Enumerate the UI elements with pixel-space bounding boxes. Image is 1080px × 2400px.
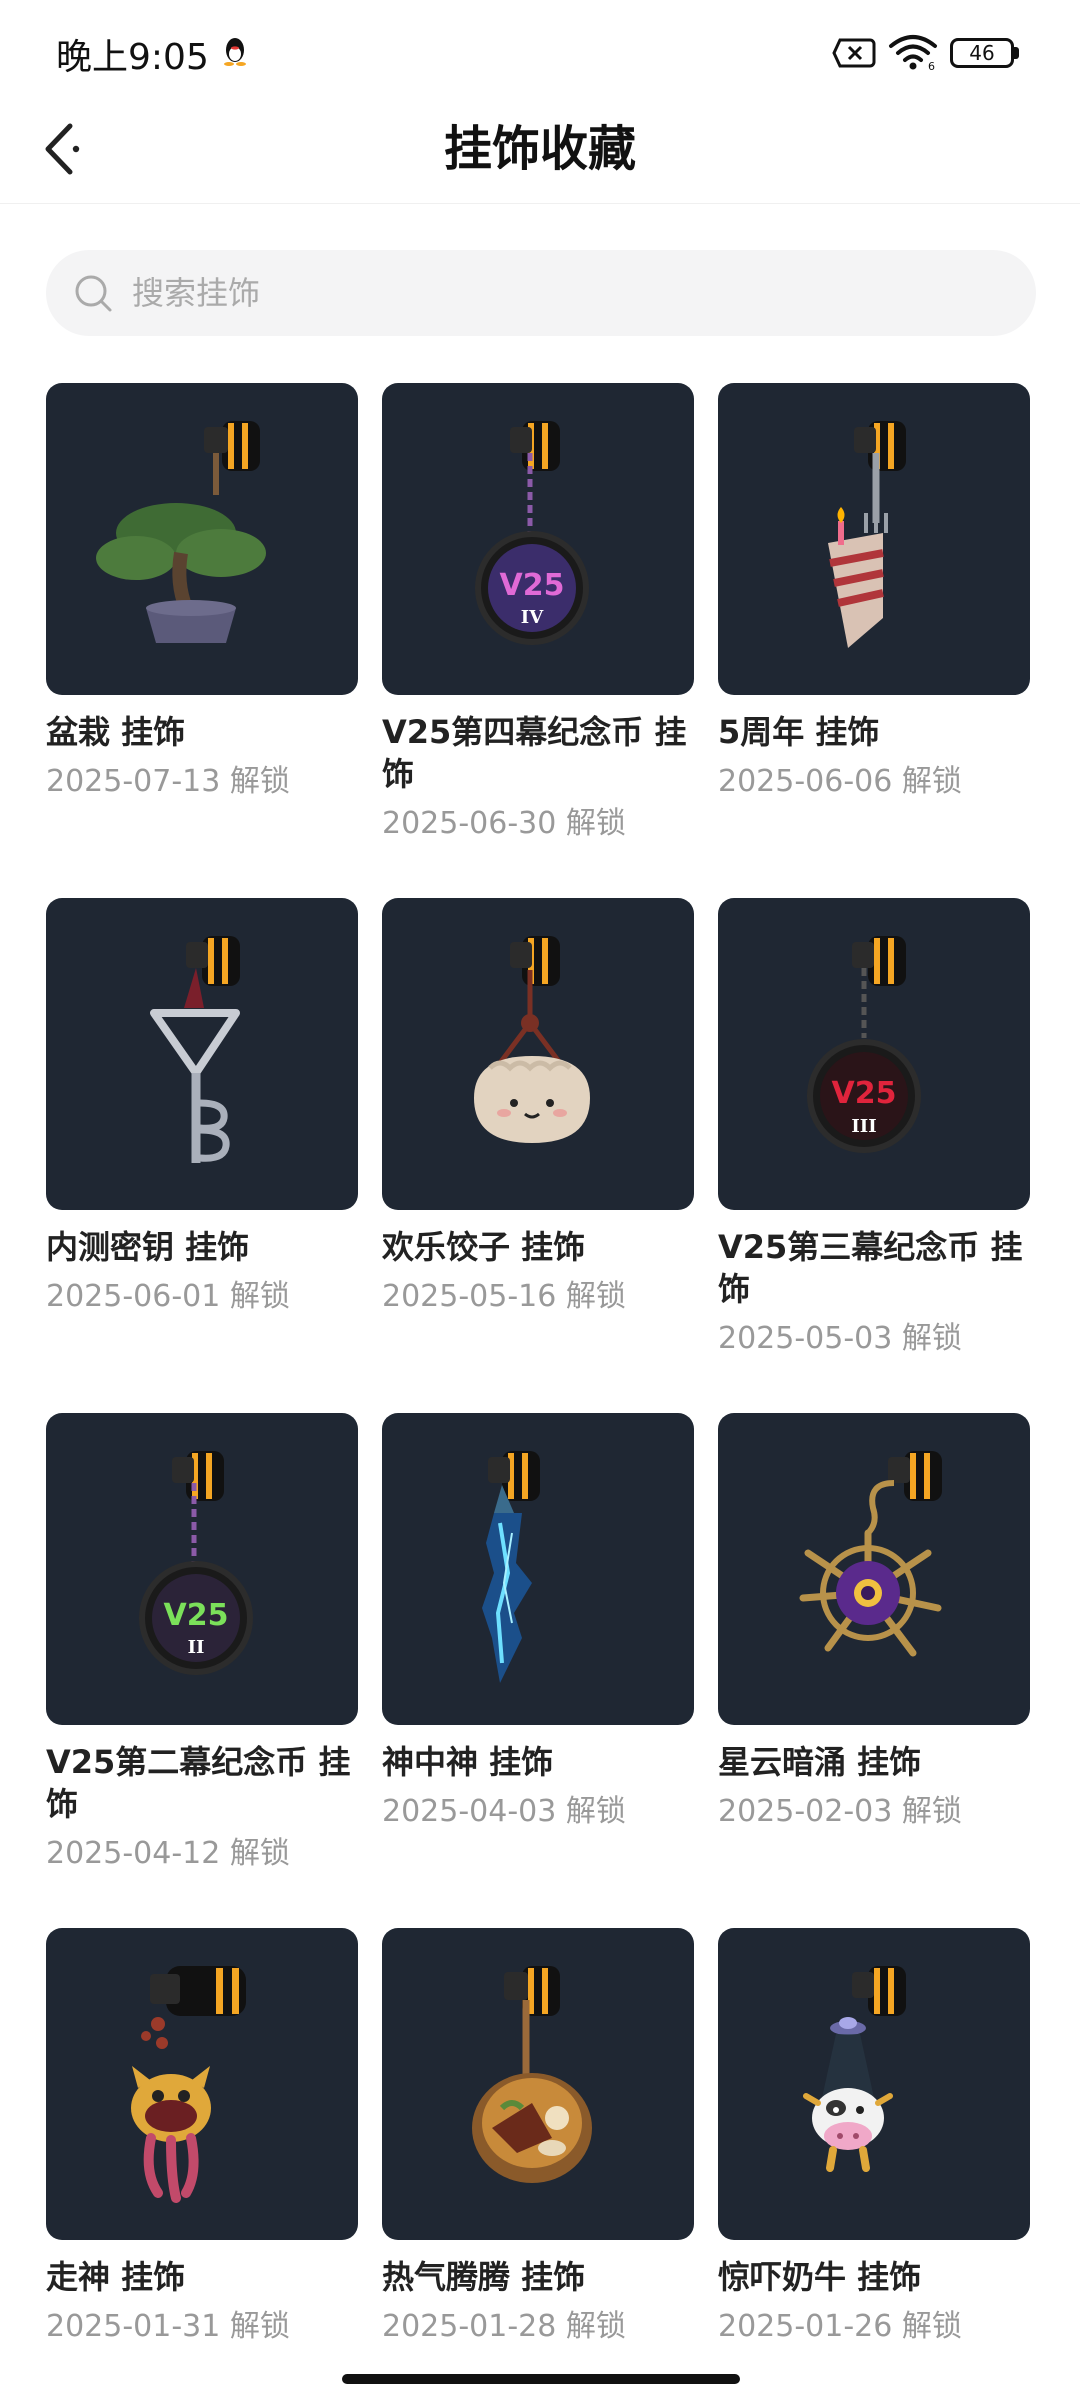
charm-card[interactable]: 惊吓奶牛 挂饰 2025-01-26 解锁: [718, 1928, 1030, 2400]
charm-card[interactable]: 盆栽 挂饰 2025-07-13 解锁: [46, 383, 358, 898]
charm-name: 内测密钥 挂饰: [46, 1228, 250, 1266]
nebula-orb-charm-icon: [799, 1451, 942, 1657]
svg-text:IV: IV: [521, 607, 544, 628]
header-bar: 挂饰收藏: [0, 100, 1080, 204]
charm-card[interactable]: 欢乐饺子 挂饰 2025-05-16 解锁: [382, 898, 694, 1413]
charm-name: V25第四幕纪念币 挂饰: [382, 713, 687, 793]
unlock-date: 2025-02-03 解锁: [718, 1794, 962, 1829]
svg-text:6: 6: [928, 60, 935, 72]
v25-coin-ii-charm-icon: V25 II: [139, 1451, 253, 1675]
charm-card[interactable]: 神中神 挂饰 2025-04-03 解锁: [382, 1413, 694, 1928]
svg-text:V25: V25: [164, 1598, 229, 1633]
crystal-blade-charm-icon: [482, 1451, 540, 1683]
charm-name: 神中神 挂饰: [382, 1743, 554, 1781]
svg-text:V25: V25: [500, 568, 565, 603]
bonsai-tree-charm-icon: [96, 421, 266, 643]
charm-image: [382, 1928, 694, 2240]
search-input[interactable]: [132, 274, 992, 312]
unlock-date: 2025-04-03 解锁: [382, 1794, 626, 1829]
svg-text:II: II: [188, 1637, 205, 1658]
charm-card[interactable]: 5周年 挂饰 2025-06-06 解锁: [718, 383, 1030, 898]
charm-grid: 盆栽 挂饰 2025-07-13 解锁 V25 IV V25第四幕纪念币 挂饰 …: [46, 383, 1036, 2400]
charm-image: [382, 898, 694, 1210]
charm-name: 欢乐饺子 挂饰: [382, 1228, 586, 1266]
battery-indicator: 46: [950, 38, 1020, 68]
unlock-date: 2025-05-03 解锁: [718, 1321, 962, 1356]
charm-name: 热气腾腾 挂饰: [382, 2258, 586, 2296]
svg-text:V25: V25: [832, 1076, 897, 1111]
unlock-date: 2025-01-28 解锁: [382, 2309, 626, 2344]
battery-level: 46: [950, 38, 1014, 68]
dumpling-charm-icon: [474, 936, 590, 1143]
charm-image: [718, 1928, 1030, 2240]
charm-image: V25 II: [46, 1413, 358, 1725]
charm-card[interactable]: 内测密钥 挂饰 2025-06-01 解锁: [46, 898, 358, 1413]
charm-name: V25第三幕纪念币 挂饰: [718, 1228, 1023, 1308]
unlock-date: 2025-01-31 解锁: [46, 2309, 290, 2344]
charm-image: V25 IV: [382, 383, 694, 695]
charm-name: 走神 挂饰: [46, 2258, 186, 2296]
search-bar[interactable]: [46, 250, 1036, 336]
unlock-date: 2025-05-16 解锁: [382, 1279, 626, 1314]
unlock-date: 2025-06-01 解锁: [46, 1279, 290, 1314]
charm-name: 星云暗涌 挂饰: [718, 1743, 922, 1781]
charm-image: [382, 1413, 694, 1725]
charm-card[interactable]: V25 IV V25第四幕纪念币 挂饰 2025-06-30 解锁: [382, 383, 694, 898]
unlock-date: 2025-07-13 解锁: [46, 764, 290, 799]
cake-slice-charm-icon: [828, 421, 906, 648]
qq-penguin-icon: [224, 38, 246, 66]
charm-name: V25第二幕纪念币 挂饰: [46, 1743, 351, 1823]
monster-charm-icon: [131, 1966, 246, 2203]
charm-image: [718, 383, 1030, 695]
charm-name: 惊吓奶牛 挂饰: [718, 2258, 922, 2296]
charm-name: 5周年 挂饰: [718, 713, 880, 751]
wifi-icon: 6: [889, 35, 937, 72]
status-bar: 晚上9:05 6 46: [0, 0, 1080, 100]
page-title: 挂饰收藏: [443, 121, 636, 177]
charm-image: V25 III: [718, 898, 1030, 1210]
charm-card[interactable]: 热气腾腾 挂饰 2025-01-28 解锁: [382, 1928, 694, 2400]
charm-card[interactable]: 星云暗涌 挂饰 2025-02-03 解锁: [718, 1413, 1030, 1928]
v25-coin-iii-charm-icon: V25 III: [807, 936, 921, 1153]
unlock-date: 2025-04-12 解锁: [46, 1836, 290, 1871]
charm-image: [718, 1413, 1030, 1725]
charm-card[interactable]: 走神 挂饰 2025-01-31 解锁: [46, 1928, 358, 2400]
charm-image: [46, 383, 358, 695]
v25-coin-iv-charm-icon: V25 IV: [475, 421, 589, 645]
svg-text:III: III: [851, 1116, 876, 1137]
unlock-date: 2025-06-30 解锁: [382, 806, 626, 841]
unlock-date: 2025-01-26 解锁: [718, 2309, 962, 2344]
search-icon: [75, 275, 112, 312]
battery-tip: [1014, 47, 1019, 59]
unlock-date: 2025-06-06 解锁: [718, 764, 962, 799]
charm-card[interactable]: V25 II V25第二幕纪念币 挂饰 2025-04-12 解锁: [46, 1413, 358, 1928]
status-time: 晚上9:05: [56, 37, 209, 78]
no-sim-icon: [832, 38, 876, 68]
key-charm-icon: [150, 936, 240, 1163]
charm-image: [46, 898, 358, 1210]
hot-bowl-charm-icon: [472, 1966, 592, 2183]
charm-card[interactable]: V25 III V25第三幕纪念币 挂饰 2025-05-03 解锁: [718, 898, 1030, 1413]
home-indicator[interactable]: [342, 2374, 740, 2384]
cow-ufo-charm-icon: [803, 1966, 906, 2172]
charm-image: [46, 1928, 358, 2240]
charm-name: 盆栽 挂饰: [46, 713, 186, 751]
